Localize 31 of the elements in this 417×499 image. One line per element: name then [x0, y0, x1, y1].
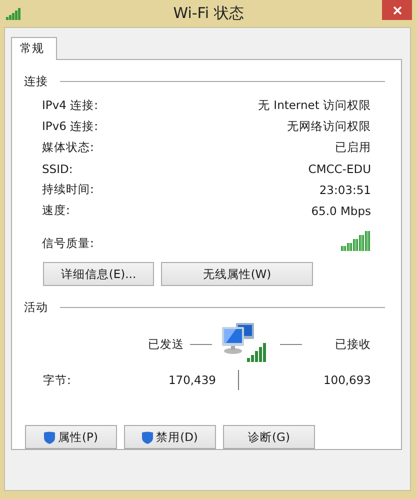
field-value: 23:03:51 [319, 182, 371, 196]
close-icon [392, 6, 402, 14]
field-value: 65.0 Mbps [311, 204, 371, 218]
field-value: CMCC-EDU [308, 162, 371, 176]
field-label: 速度: [42, 203, 70, 218]
dialog-button[interactable]: 诊断(G) [223, 425, 315, 449]
received-label: 已接收 [335, 336, 371, 352]
field-label: 字节: [42, 372, 72, 388]
field-label: 信号质量: [42, 236, 94, 251]
field-value: 无 Internet 访问权限 [258, 98, 371, 113]
section-heading: 连接 [24, 74, 48, 89]
field-label: IPv6 连接: [42, 119, 98, 134]
window-title: Wi-Fi 状态 [173, 4, 244, 23]
sent-label: 已发送 [148, 336, 184, 352]
dialog-button[interactable]: 属性(P) [25, 425, 117, 449]
field-label: SSID: [42, 162, 73, 176]
signal-strength-icon [341, 231, 371, 251]
sent-bytes: 170,439 [167, 373, 216, 387]
field-value: 已启用 [335, 140, 371, 155]
dialog-button[interactable]: 无线属性(W) [161, 262, 313, 286]
field-value: 无网络访问权限 [287, 119, 371, 134]
section-heading: 活动 [24, 300, 48, 315]
field-label: 媒体状态: [42, 140, 94, 155]
received-bytes: 100,693 [322, 373, 371, 387]
tab[interactable]: 常规 [11, 37, 57, 60]
signal-icon [6, 8, 22, 20]
dialog-button[interactable]: 详细信息(E)... [43, 262, 154, 286]
dialog-button[interactable]: 禁用(D) [124, 425, 216, 449]
field-label: 持续时间: [42, 182, 94, 197]
close-button[interactable] [382, 0, 412, 20]
field-label: IPv4 连接: [42, 98, 98, 113]
